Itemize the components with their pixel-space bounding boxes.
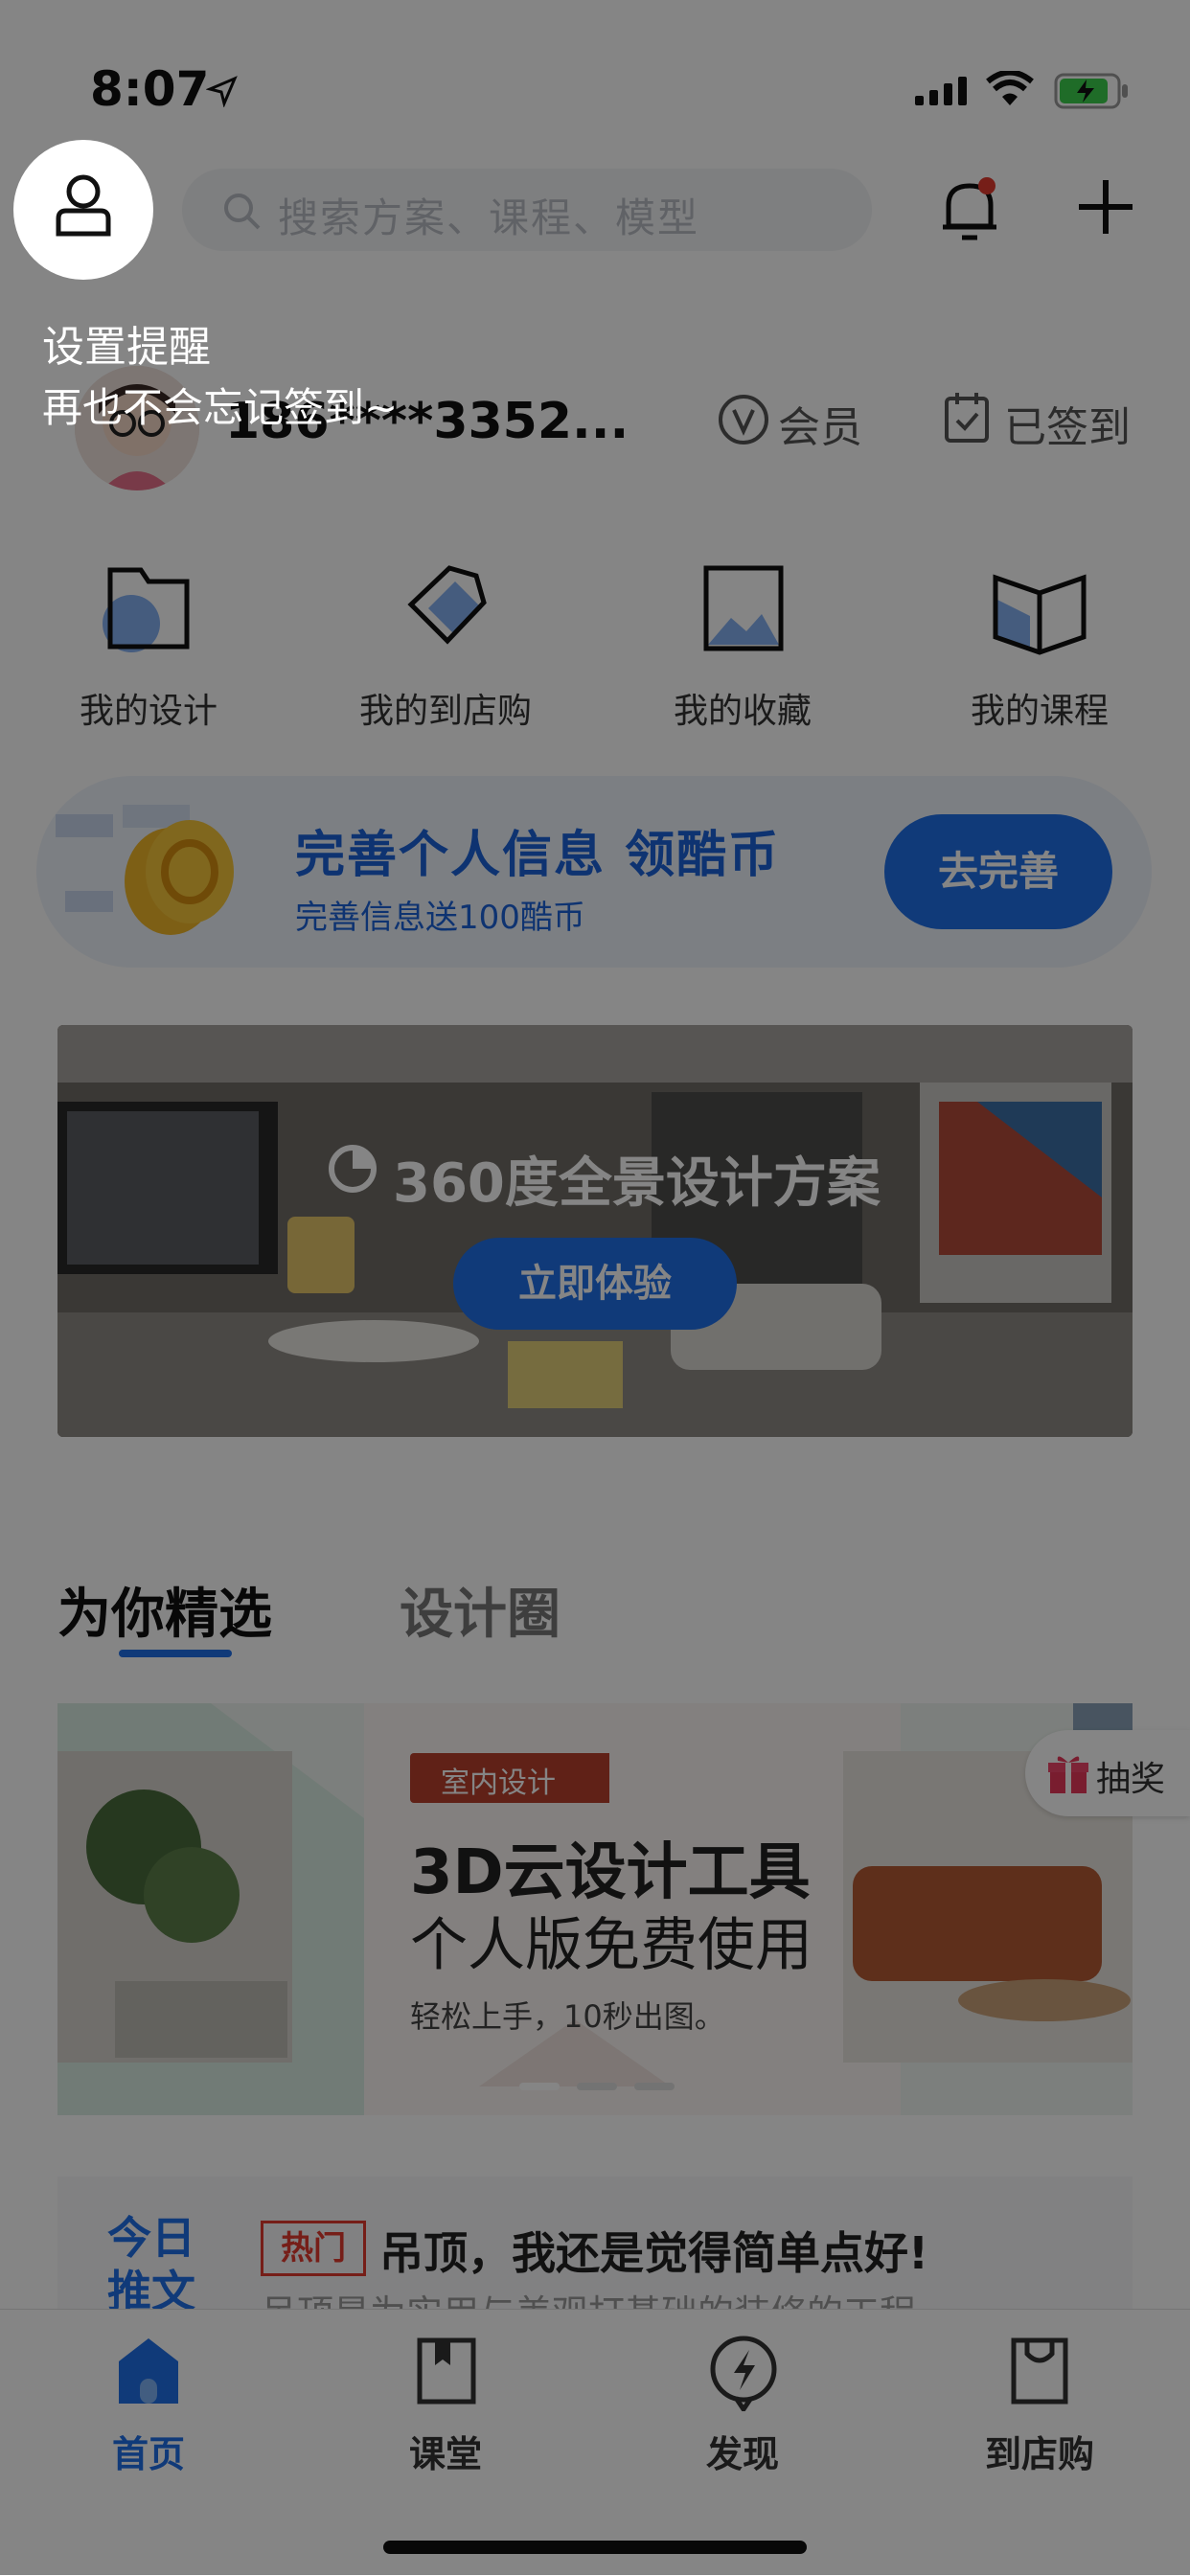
tab-store-label: 到店购 <box>984 2433 1094 2475</box>
status-bar: 8:07 <box>0 29 1190 117</box>
signin-status[interactable]: 已签到 <box>1004 393 1131 454</box>
search-bar[interactable]: 搜索方案、课程、模型 <box>182 169 872 251</box>
banner-subtitle: 完善信息送100酷币 <box>295 899 585 937</box>
tab-store[interactable]: 到店购 <box>891 2310 1188 2501</box>
notification-bell-icon[interactable] <box>939 176 1000 243</box>
carousel-dot <box>634 2083 675 2090</box>
tab-classroom-label: 课堂 <box>408 2433 482 2475</box>
complete-info-button[interactable]: 去完善 <box>884 814 1112 929</box>
cellular-signal-icon <box>915 77 967 105</box>
book-icon <box>993 574 1087 655</box>
coins-illustration <box>56 805 234 935</box>
shopping-bag-icon <box>1011 2337 1068 2405</box>
daily-badge-line1: 今日 <box>107 2212 195 2264</box>
home-icon <box>119 2338 178 2404</box>
status-time: 8:07 <box>90 61 210 117</box>
gift-icon <box>1048 1756 1088 1793</box>
tooltip-title: 设置提醒 <box>42 323 211 372</box>
panorama-title: 360度全景设计方案 <box>393 1152 881 1215</box>
panorama-icon <box>329 1145 377 1193</box>
add-icon[interactable] <box>1075 176 1136 238</box>
tab-for-you[interactable]: 为你精选 <box>57 1571 272 1649</box>
home-indicator <box>383 2541 807 2554</box>
picture-icon <box>703 565 784 651</box>
bottom-tab-bar: 首页 课堂 发现 到店购 <box>0 2309 1190 2576</box>
carousel-dot <box>577 2083 617 2090</box>
try-now-button[interactable]: 立即体验 <box>453 1238 737 1330</box>
nav-label: 我的到店购 <box>358 692 532 731</box>
folder-icon <box>103 567 190 652</box>
location-arrow-icon <box>206 76 238 107</box>
category-tag: 室内设计 <box>410 1753 609 1803</box>
promo-card[interactable]: 室内设计 3D云设计工具 个人版免费使用 轻松上手，10秒出图。 <box>57 1703 1133 2115</box>
search-icon <box>224 194 261 230</box>
banner-title: 完善个人信息 领酷币 <box>295 827 781 884</box>
hot-badge: 热门 <box>261 2221 366 2276</box>
book-icon <box>417 2337 476 2405</box>
post-title: 吊顶，我还是觉得简单点好! <box>379 2227 928 2279</box>
calendar-check-icon <box>945 393 989 443</box>
tab-design-circle[interactable]: 设计圈 <box>400 1571 561 1649</box>
search-placeholder: 搜索方案、课程、模型 <box>278 194 700 241</box>
tab-home-label: 首页 <box>111 2433 185 2475</box>
carousel-dot-active <box>519 2083 560 2090</box>
vip-icon <box>719 395 768 445</box>
battery-icon <box>1054 73 1128 109</box>
tab-discover-label: 发现 <box>705 2433 779 2475</box>
promo-description: 轻松上手，10秒出图。 <box>410 1998 725 2035</box>
user-icon <box>56 174 111 237</box>
vip-link[interactable]: 会员 <box>778 393 862 454</box>
lottery-button[interactable]: 抽奖 <box>1025 1730 1190 1816</box>
living-room-photo <box>57 1025 1133 1437</box>
tag-icon <box>407 565 487 645</box>
nav-label: 我的设计 <box>79 692 217 731</box>
lottery-label: 抽奖 <box>1096 1760 1166 1799</box>
compass-icon <box>710 2336 777 2411</box>
complete-info-banner[interactable]: 完善个人信息 领酷币 完善信息送100酷币 去完善 <box>36 776 1152 968</box>
profile-highlight-button[interactable] <box>13 140 153 280</box>
nav-label: 我的收藏 <box>673 692 812 731</box>
tooltip-subtitle: 再也不会忘记签到~ <box>42 384 399 431</box>
quick-nav: 我的设计 我的到店购 我的收藏 我的课程 <box>0 560 1190 733</box>
wifi-icon <box>986 71 1034 105</box>
promo-subtitle: 个人版免费使用 <box>410 1912 812 1979</box>
panorama-banner[interactable]: 360度全景设计方案 立即体验 <box>57 1025 1133 1437</box>
tab-home[interactable]: 首页 <box>0 2310 297 2501</box>
category-tag-text: 室内设计 <box>441 1767 556 1800</box>
nav-label: 我的课程 <box>970 692 1109 731</box>
tab-classroom[interactable]: 课堂 <box>297 2310 594 2501</box>
active-tab-indicator <box>119 1650 232 1657</box>
tab-discover[interactable]: 发现 <box>594 2310 891 2501</box>
